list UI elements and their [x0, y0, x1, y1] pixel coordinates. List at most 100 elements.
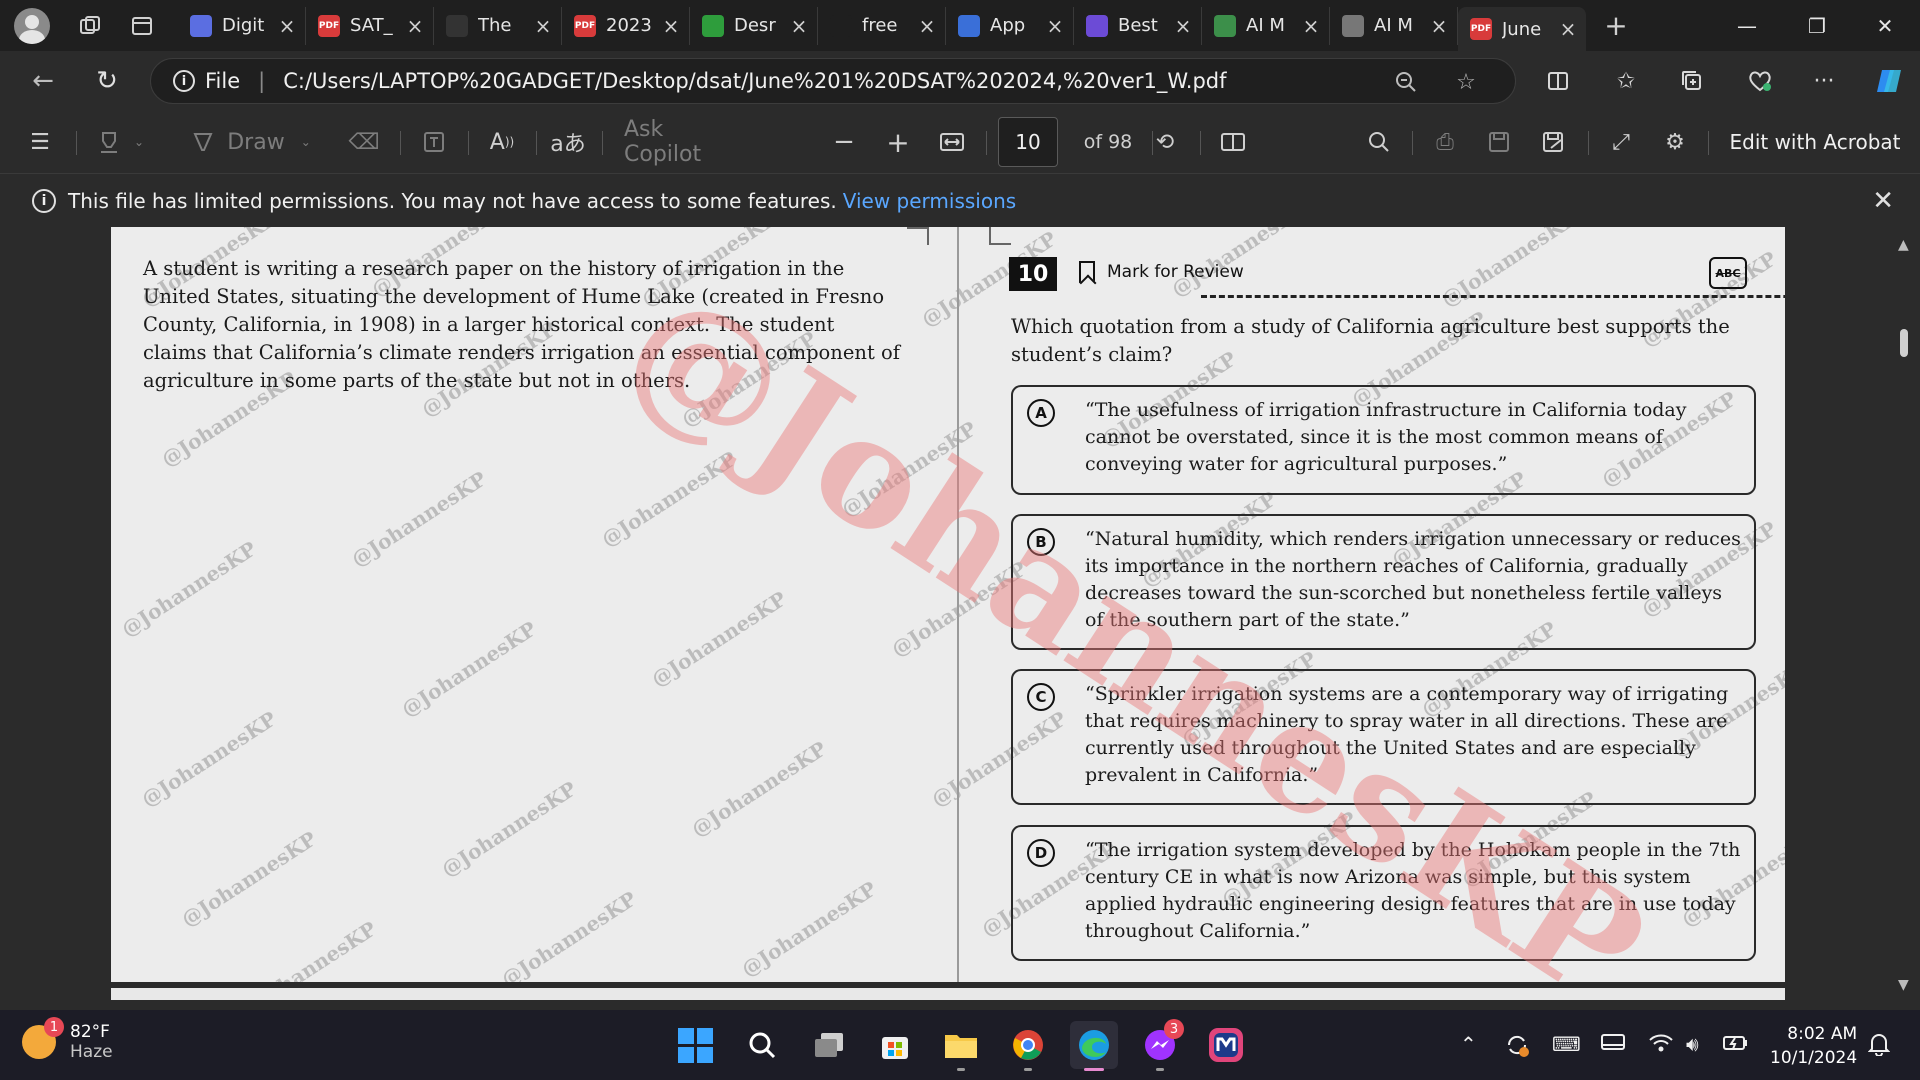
highlight-icon[interactable]: ⌄	[86, 119, 156, 165]
back-button[interactable]: ←	[20, 58, 66, 104]
start-button[interactable]	[671, 1021, 719, 1069]
print-icon[interactable]: ⎙	[1422, 119, 1468, 165]
browser-tab[interactable]: The ×	[434, 6, 562, 45]
mark-for-review-button[interactable]: Mark for Review	[1079, 261, 1244, 283]
weather-widget[interactable]: 1 82°F Haze	[22, 1017, 113, 1062]
tab-close-icon[interactable]: ×	[533, 14, 553, 38]
address-scheme: File	[205, 69, 241, 93]
translate-icon[interactable]: aあ	[546, 119, 590, 165]
tab-actions-icon[interactable]	[116, 0, 168, 51]
browser-tab[interactable]: AI M ×	[1330, 6, 1458, 45]
text-box-icon[interactable]	[412, 119, 456, 165]
read-aloud-icon[interactable]: A))	[480, 119, 524, 165]
settings-gear-icon[interactable]: ⚙	[1652, 119, 1698, 165]
fullscreen-icon[interactable]: ⤢	[1598, 119, 1644, 165]
volume-icon[interactable]: 🔊︎	[1686, 1032, 1699, 1056]
browser-tab[interactable]: Digit ×	[178, 6, 306, 45]
chrome-button[interactable]	[1004, 1021, 1052, 1071]
edge-button[interactable]	[1070, 1021, 1118, 1071]
collapse-icon[interactable]	[989, 227, 1011, 245]
copilot-icon[interactable]	[1866, 58, 1912, 104]
display-icon[interactable]	[1600, 1032, 1626, 1059]
edit-with-acrobat-button[interactable]: Edit with Acrobat	[1720, 119, 1910, 165]
vertical-scrollbar[interactable]: ▲ ▼	[1888, 227, 1920, 1010]
file-explorer-button[interactable]	[937, 1021, 985, 1071]
browser-tab[interactable]: PDF 2023 ×	[562, 6, 690, 45]
browser-tab[interactable]: PDF SAT_ ×	[306, 6, 434, 45]
messenger-button[interactable]: 3	[1136, 1019, 1184, 1071]
scroll-up-icon[interactable]: ▲	[1898, 237, 1909, 253]
view-permissions-link[interactable]: View permissions	[843, 189, 1016, 213]
tab-close-icon[interactable]: ×	[789, 14, 809, 38]
tab-close-icon[interactable]: ×	[917, 14, 937, 38]
store-button[interactable]	[871, 1021, 919, 1069]
fit-width-icon[interactable]	[930, 119, 974, 165]
more-options-icon[interactable]: ···	[1801, 58, 1847, 104]
page-view-icon[interactable]	[1210, 119, 1256, 165]
browser-tab[interactable]: free ×	[818, 6, 946, 45]
restore-button[interactable]: ❐	[1782, 0, 1852, 51]
keyboard-icon[interactable]: ⌨	[1552, 1032, 1581, 1056]
scroll-down-icon[interactable]: ▼	[1898, 977, 1909, 993]
close-icon[interactable]: ✕	[1872, 186, 1894, 216]
zoom-icon[interactable]	[1383, 59, 1429, 105]
rotate-icon[interactable]: ⟲	[1142, 119, 1188, 165]
tab-close-icon[interactable]: ×	[277, 14, 297, 38]
address-bar[interactable]: i File | C:/Users/LAPTOP%20GADGET/Deskto…	[150, 58, 1516, 104]
favorites-icon[interactable]: ✩	[1603, 58, 1649, 104]
sync-icon[interactable]	[1504, 1032, 1530, 1063]
close-window-button[interactable]: ✕	[1850, 0, 1920, 51]
chevron-down-icon[interactable]: ⌄	[134, 135, 144, 149]
contents-icon[interactable]: ☰	[18, 119, 62, 165]
tab-close-icon[interactable]: ×	[661, 14, 681, 38]
new-tab-button[interactable]: +	[1596, 9, 1636, 42]
expand-icon[interactable]	[907, 227, 929, 245]
tab-close-icon[interactable]: ×	[405, 14, 425, 38]
strikethrough-abc-icon[interactable]: ABC	[1709, 257, 1747, 289]
tab-close-icon[interactable]: ×	[1429, 14, 1449, 38]
system-clock[interactable]: 8:02 AM 10/1/2024	[1770, 1022, 1857, 1070]
page-number-input[interactable]	[998, 117, 1058, 167]
tab-close-icon[interactable]: ×	[1558, 17, 1578, 41]
zoom-in-button[interactable]: +	[876, 119, 920, 165]
tab-close-icon[interactable]: ×	[1301, 14, 1321, 38]
collections-icon[interactable]	[1669, 58, 1715, 104]
workspaces-icon[interactable]	[64, 0, 116, 51]
address-url[interactable]: C:/Users/LAPTOP%20GADGET/Desktop/dsat/Ju…	[283, 69, 1226, 93]
scroll-thumb[interactable]	[1900, 329, 1908, 357]
chevron-down-icon[interactable]: ⌄	[301, 135, 311, 149]
browser-tab[interactable]: PDF June ×	[1458, 7, 1586, 51]
ask-copilot-button[interactable]: Ask Copilot	[624, 117, 744, 167]
browser-essentials-icon[interactable]	[1737, 58, 1783, 104]
profile-avatar[interactable]	[14, 7, 50, 44]
show-hidden-icons-button[interactable]: ⌃	[1460, 1032, 1477, 1056]
favorite-star-icon[interactable]: ☆	[1443, 59, 1489, 105]
battery-icon[interactable]	[1722, 1032, 1750, 1059]
tab-close-icon[interactable]: ×	[1045, 14, 1065, 38]
document-viewport[interactable]: @JohannesKP @JohannesKP @JohannesKP @Johann…	[0, 227, 1920, 1010]
info-icon[interactable]: i	[173, 70, 195, 92]
tab-close-icon[interactable]: ×	[1173, 14, 1193, 38]
draw-button[interactable]: Draw ⌄	[186, 119, 316, 165]
answer-choice-a[interactable]: A “The usefulness of irrigation infrastr…	[1011, 385, 1756, 495]
toolbar-separator	[1412, 131, 1413, 155]
zoom-out-button[interactable]: −	[822, 119, 866, 165]
find-icon[interactable]	[1356, 119, 1402, 165]
minimize-button[interactable]: —	[1712, 0, 1782, 51]
browser-tab[interactable]: App ×	[946, 6, 1074, 45]
refresh-button[interactable]: ↻	[84, 58, 130, 104]
save-icon[interactable]	[1476, 119, 1522, 165]
browser-tab[interactable]: Desr ×	[690, 6, 818, 45]
wifi-icon[interactable]	[1648, 1032, 1674, 1059]
eraser-icon[interactable]: ⌫	[342, 119, 386, 165]
task-view-button[interactable]	[805, 1021, 853, 1069]
split-screen-icon[interactable]	[1535, 58, 1581, 104]
notifications-bell-icon[interactable]	[1867, 1032, 1891, 1061]
permissions-infobar: i This file has limited permissions. You…	[0, 173, 1920, 227]
search-button[interactable]	[738, 1021, 786, 1069]
save-as-icon[interactable]	[1530, 119, 1576, 165]
browser-tab[interactable]: AI M ×	[1202, 6, 1330, 45]
app-m-button[interactable]	[1202, 1021, 1250, 1069]
edge-icon	[1079, 1030, 1109, 1060]
browser-tab[interactable]: Best ×	[1074, 6, 1202, 45]
